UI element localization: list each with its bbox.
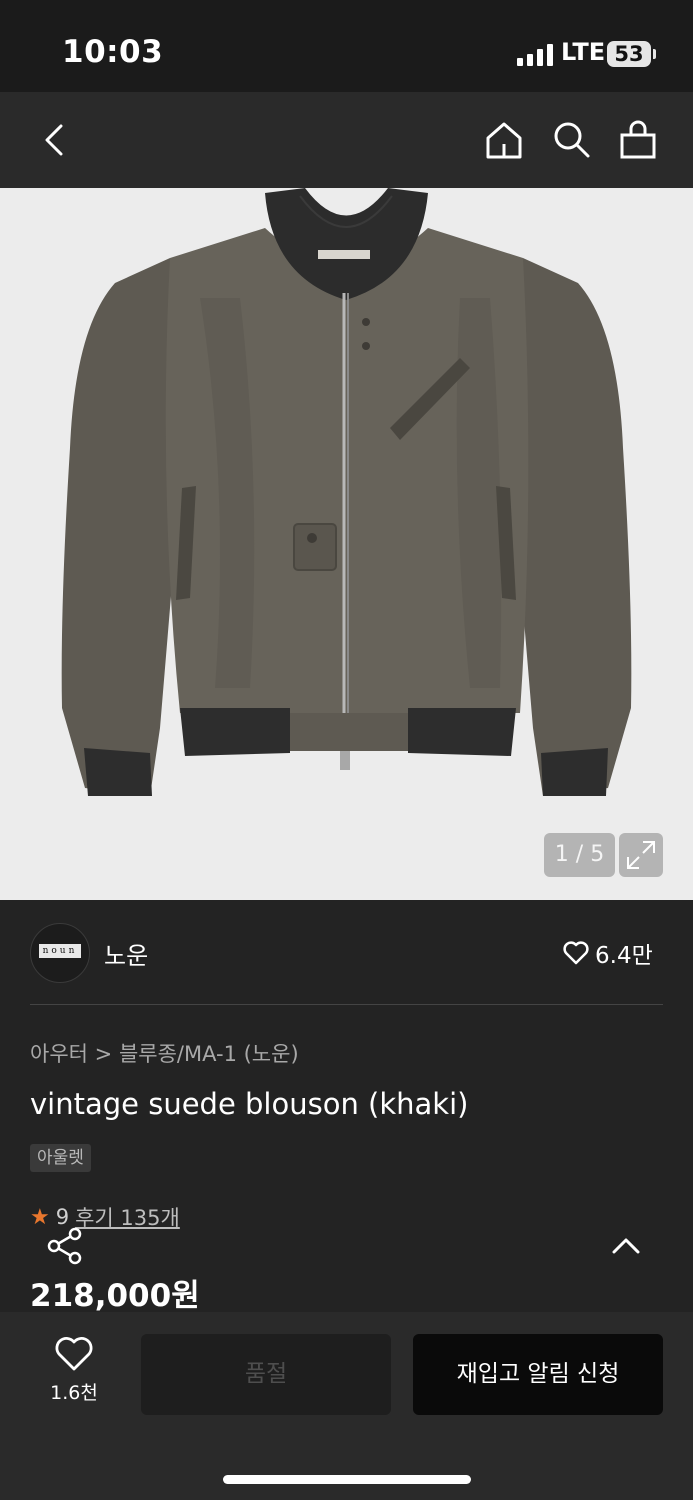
brand-like-button[interactable]: 6.4만	[563, 936, 653, 970]
wishlist-count: 1.6천	[50, 1382, 98, 1404]
product-image[interactable]	[0, 188, 693, 900]
brand-name[interactable]: 노운	[104, 936, 148, 971]
status-time: 10:03	[62, 34, 164, 70]
divider	[30, 1004, 663, 1005]
shopping-bag-icon[interactable]	[616, 118, 660, 162]
breadcrumb-subcategory[interactable]: 블루종/MA-1 (노운)	[119, 1042, 299, 1066]
review-link[interactable]: 후기 135개	[75, 1202, 180, 1232]
home-indicator[interactable]	[223, 1475, 471, 1484]
signal-icon	[517, 44, 555, 66]
breadcrumb: 아우터 > 블루종/MA-1 (노운)	[30, 1038, 299, 1068]
home-icon[interactable]	[482, 118, 526, 162]
heart-icon	[563, 941, 589, 965]
breadcrumb-separator: >	[94, 1042, 119, 1066]
network-label: LTE	[561, 38, 606, 66]
brand-logo-text: noun	[39, 944, 81, 958]
product-price: 218,000원	[30, 1278, 200, 1314]
heart-icon	[55, 1337, 93, 1371]
chevron-up-icon[interactable]	[608, 1230, 644, 1260]
brand-logo[interactable]: noun	[30, 923, 90, 983]
battery-tip	[653, 49, 656, 59]
soldout-button: 품절	[141, 1334, 391, 1415]
brand-like-count: 6.4만	[595, 943, 653, 969]
expand-icon[interactable]	[619, 833, 663, 877]
wishlist-button[interactable]: 1.6천	[38, 1336, 110, 1412]
share-icon[interactable]	[44, 1226, 86, 1266]
breadcrumb-category[interactable]: 아우터	[30, 1042, 88, 1066]
outlet-tag: 아울렛	[30, 1144, 91, 1172]
nav-header	[0, 92, 693, 188]
chevron-left-icon[interactable]	[34, 118, 74, 162]
restock-alert-button[interactable]: 재입고 알림 신청	[413, 1334, 663, 1415]
product-title: vintage suede blouson (khaki)	[30, 1087, 469, 1121]
battery-icon: 53	[607, 41, 651, 67]
image-counter: 1 / 5	[544, 833, 615, 877]
search-icon[interactable]	[549, 118, 593, 162]
